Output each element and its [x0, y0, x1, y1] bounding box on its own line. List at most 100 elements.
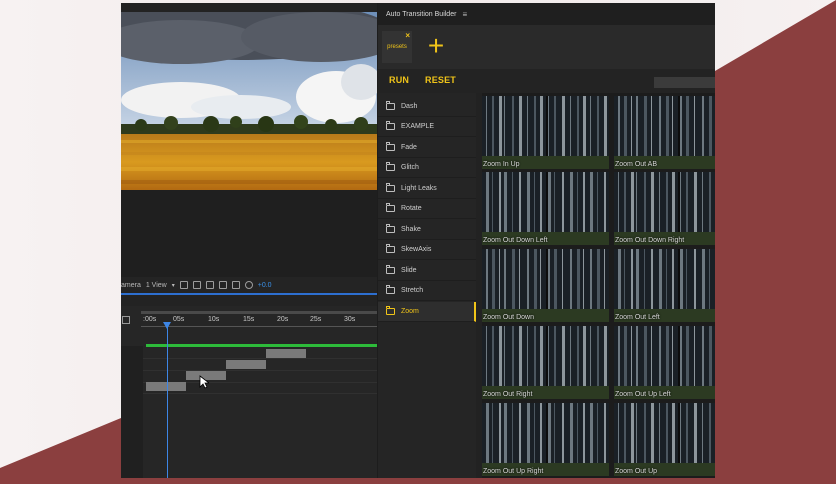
preset-thumbnail[interactable]: Zoom Out Up Left [614, 326, 715, 399]
folder-label: Zoom [401, 308, 419, 315]
folder-item-example[interactable]: EXAMPLE [378, 117, 476, 137]
folder-label: Slide [401, 267, 417, 274]
preset-label: Zoom Out Down Left [483, 237, 548, 244]
folder-icon [386, 285, 395, 294]
camera-dropdown[interactable]: amera [121, 282, 141, 289]
preset-label: Zoom Out Right [483, 391, 533, 398]
folder-label: SkewAxis [401, 246, 432, 253]
playhead-line[interactable] [167, 324, 168, 478]
folder-list: Dash EXAMPLE Fade Glitch Light Leaks Rot… [378, 93, 476, 478]
preset-thumbnail[interactable]: Zoom Out Down [482, 249, 609, 322]
preset-thumbnail[interactable]: Zoom Out Left [614, 249, 715, 322]
transparency-grid-icon[interactable] [205, 281, 214, 289]
folder-item-slide[interactable]: Slide [378, 261, 476, 281]
folder-item-fade[interactable]: Fade [378, 138, 476, 158]
hamburger-icon[interactable]: ≡ [462, 10, 467, 19]
preset-thumbnail[interactable]: Zoom Out Down Right [614, 172, 715, 245]
preset-thumbnail[interactable]: Zoom In Up [482, 96, 609, 169]
tick-label: 30s [344, 316, 356, 323]
folder-item-zoom[interactable]: Zoom [378, 302, 476, 322]
folder-label: Shake [401, 226, 421, 233]
folder-item-shake[interactable]: Shake [378, 220, 476, 240]
tick-label: 20s [277, 316, 289, 323]
preset-thumbnail[interactable]: Zoom Out Up [614, 403, 715, 476]
folder-item-stretch[interactable]: Stretch [378, 281, 476, 301]
folder-icon [386, 306, 395, 315]
preset-thumbnail[interactable]: Zoom Out Right [482, 326, 609, 399]
time-ruler[interactable]: :00s 05s 10s 15s 20s 25s 30s [141, 314, 377, 332]
preset-label: Zoom Out Down [483, 314, 534, 321]
folder-item-light-leaks[interactable]: Light Leaks [378, 179, 476, 199]
folder-label: Glitch [401, 164, 419, 171]
folder-label: Fade [401, 144, 417, 151]
auto-transition-builder-panel: Auto Transition Builder ≡ × presets + RU… [378, 3, 715, 478]
folder-icon [386, 265, 395, 274]
folder-icon [386, 203, 395, 212]
layer-bar[interactable] [266, 349, 306, 358]
folder-icon [386, 121, 395, 130]
plus-icon[interactable]: + [424, 32, 448, 60]
folder-icon [386, 162, 395, 171]
folder-item-rotate[interactable]: Rotate [378, 199, 476, 219]
layer-switches-column [121, 346, 143, 478]
timeline-panel: :00s 05s 10s 15s 20s 25s 30s [121, 306, 377, 478]
forest-preview-image [614, 96, 715, 169]
chevron-down-icon[interactable]: ▾ [172, 282, 175, 289]
tick-label: 10s [208, 316, 220, 323]
exposure-value[interactable]: +0.0 [258, 282, 272, 289]
reset-button[interactable]: RESET [425, 75, 456, 85]
panel-focus-line [121, 293, 377, 295]
panel-title: Auto Transition Builder [386, 10, 457, 18]
preset-thumbnail[interactable]: Zoom Out Up Right [482, 403, 609, 476]
forest-preview-image [482, 96, 609, 169]
toggle-pixel-icon[interactable] [179, 281, 188, 289]
folder-item-dash[interactable]: Dash [378, 97, 476, 117]
close-icon[interactable]: × [405, 31, 410, 40]
render-range-bar [146, 344, 377, 347]
mouse-cursor-icon [199, 375, 209, 389]
forest-preview-image [614, 326, 715, 399]
folder-item-skewaxis[interactable]: SkewAxis [378, 240, 476, 260]
folder-item-glitch[interactable]: Glitch [378, 158, 476, 178]
tick-label: 25s [310, 316, 322, 323]
viewer-empty-area [121, 190, 377, 277]
flowchart-icon[interactable] [231, 281, 240, 289]
preset-label: Zoom Out Left [615, 314, 660, 321]
video-preview [121, 12, 377, 190]
folder-icon [386, 183, 395, 192]
preset-tabs-row: × presets + [378, 25, 715, 69]
timeline-navigator-icon[interactable] [122, 316, 130, 324]
camera-snapshot-icon[interactable] [218, 281, 227, 289]
layer-bar[interactable] [226, 360, 266, 369]
run-button[interactable]: RUN [389, 75, 409, 85]
search-input[interactable] [654, 77, 715, 88]
tick-label: :00s [143, 316, 157, 323]
folder-label: EXAMPLE [401, 123, 435, 130]
preset-label: Zoom Out Down Right [615, 237, 685, 244]
composition-area: amera 1 View ▾ +0.0 :00s 05s 10s 15s 20s… [121, 3, 377, 478]
actions-row: RUN RESET [378, 69, 715, 93]
preset-label: Zoom Out Up Right [483, 468, 544, 475]
forest-preview-image [482, 172, 609, 245]
folder-icon [386, 142, 395, 151]
presets-tab[interactable]: × presets [382, 31, 412, 63]
preset-label: Zoom Out Up Left [615, 391, 671, 398]
folder-icon [386, 224, 395, 233]
preset-thumbnail[interactable]: Zoom Out Down Left [482, 172, 609, 245]
playhead-handle[interactable] [163, 322, 171, 329]
folder-icon [386, 101, 395, 110]
view-layout-dropdown[interactable]: 1 View [146, 282, 167, 289]
forest-preview-image [614, 249, 715, 322]
forest-preview-image [482, 326, 609, 399]
folder-label: Dash [401, 103, 418, 110]
fast-preview-icon[interactable] [192, 281, 201, 289]
preset-thumbnail[interactable]: Zoom Out AB [614, 96, 715, 169]
preset-label: Zoom In Up [483, 161, 520, 168]
after-effects-window: amera 1 View ▾ +0.0 :00s 05s 10s 15s 20s… [121, 3, 715, 478]
folder-label: Rotate [401, 205, 422, 212]
panel-header: Auto Transition Builder ≡ [378, 3, 715, 25]
forest-preview-image [482, 249, 609, 322]
presets-tab-label: presets [387, 44, 407, 50]
layer-bar[interactable] [146, 382, 186, 391]
gear-icon[interactable] [244, 281, 253, 289]
